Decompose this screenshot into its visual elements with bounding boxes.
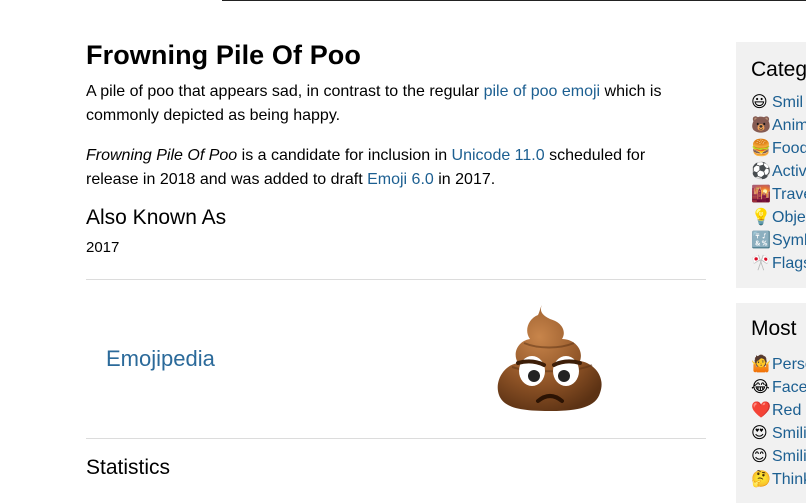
divider [86, 438, 706, 439]
categories-heading: Categ [751, 58, 806, 81]
category-link[interactable]: Symb [772, 229, 806, 252]
popular-link[interactable]: Think [772, 468, 806, 491]
category-item-activity[interactable]: ⚽ Activ [751, 160, 806, 183]
category-link[interactable]: Anim [772, 114, 806, 137]
statistics-heading: Statistics [86, 456, 171, 479]
category-item-smileys[interactable]: 😃 Smil [751, 91, 806, 114]
soccer-ball-icon: ⚽ [751, 162, 771, 180]
popular-item[interactable]: ❤️ Red [751, 399, 806, 422]
popular-item[interactable]: 😊 Smili [751, 445, 806, 468]
emoji-6-link[interactable]: Emoji 6.0 [367, 171, 434, 188]
category-item-symbols[interactable]: 🔣Symb [751, 229, 806, 252]
pile-of-poo-link[interactable]: pile of poo emoji [484, 83, 601, 100]
popular-item[interactable]: 🤷Perso [751, 353, 806, 376]
candidate-paragraph: Frowning Pile Of Poo is a candidate for … [86, 144, 686, 192]
category-link[interactable]: Obje [772, 206, 806, 229]
thinking-face-icon: 🤔 [751, 470, 771, 488]
most-popular-list: 🤷Perso 😂Face ❤️Red 😍Smili 😊Smili 🤔Think [751, 353, 806, 491]
page-title: Frowning Pile Of Poo [86, 40, 361, 70]
main-content: Frowning Pile Of Poo A pile of poo that … [86, 40, 706, 479]
smiley-icon: 😃 [751, 93, 768, 111]
top-border [222, 0, 806, 1]
crossed-flags-icon: 🎌 [751, 254, 771, 272]
category-link[interactable]: Food [772, 137, 806, 160]
popular-item[interactable]: 😂 Face [751, 376, 806, 399]
vendor-emojipedia-link[interactable]: Emojipedia [106, 346, 215, 372]
also-known-as-heading: Also Known As [86, 206, 227, 229]
category-link[interactable]: Trave [772, 183, 806, 206]
symbols-icon: 🔣 [751, 231, 771, 249]
person-shrugging-icon: 🤷 [751, 355, 771, 373]
hamburger-icon: 🍔 [751, 139, 771, 157]
unicode-11-link[interactable]: Unicode 11.0 [452, 147, 545, 164]
intro-paragraph: A pile of poo that appears sad, in contr… [86, 80, 686, 128]
category-item-objects[interactable]: 💡 Obje [751, 206, 806, 229]
heart-eyes-icon: 😍 [751, 424, 768, 442]
bear-icon: 🐻 [751, 116, 771, 134]
category-item-flags[interactable]: 🎌Flags [751, 252, 806, 275]
also-known-as-value: 2017 [86, 239, 120, 256]
candidate-text-1: is a candidate for inclusion in [237, 147, 452, 164]
popular-item[interactable]: 😍 Smili [751, 422, 806, 445]
divider [86, 279, 706, 280]
category-item-animals[interactable]: 🐻 Anim [751, 114, 806, 137]
popular-link[interactable]: Face [772, 376, 806, 399]
smiling-face-icon: 😊 [751, 447, 768, 465]
popular-link[interactable]: Smili [772, 422, 806, 445]
category-item-travel[interactable]: 🌇Trave [751, 183, 806, 206]
category-link[interactable]: Flags [772, 252, 806, 275]
categories-list: 😃Smil 🐻Anim 🍔Food ⚽Activ 🌇Trave 💡Obje 🔣S… [751, 91, 806, 275]
sunset-city-icon: 🌇 [751, 185, 771, 203]
intro-text-before: A pile of poo that appears sad, in contr… [86, 83, 484, 100]
popular-link[interactable]: Red [772, 399, 801, 422]
category-link[interactable]: Activ [772, 160, 806, 183]
most-popular-heading: Most [751, 317, 797, 340]
candidate-text-3: in 2017. [433, 171, 496, 188]
most-popular-panel: Most 🤷Perso 😂Face ❤️Red 😍Smili 😊Smili 🤔T… [736, 303, 806, 503]
red-heart-icon: ❤️ [751, 401, 771, 419]
category-link[interactable]: Smil [772, 91, 803, 114]
popular-link[interactable]: Smili [772, 445, 806, 468]
category-item-food[interactable]: 🍔 Food [751, 137, 806, 160]
candidate-emoji-name: Frowning Pile Of Poo [86, 147, 238, 164]
face-with-tears-of-joy-icon: 😂 [751, 378, 770, 396]
popular-item[interactable]: 🤔Think [751, 468, 806, 491]
categories-panel: Categ 😃Smil 🐻Anim 🍔Food ⚽Activ 🌇Trave 💡O… [736, 42, 806, 288]
frowning-poo-emoji-image [497, 305, 602, 411]
light-bulb-icon: 💡 [751, 208, 771, 226]
popular-link[interactable]: Perso [772, 353, 806, 376]
